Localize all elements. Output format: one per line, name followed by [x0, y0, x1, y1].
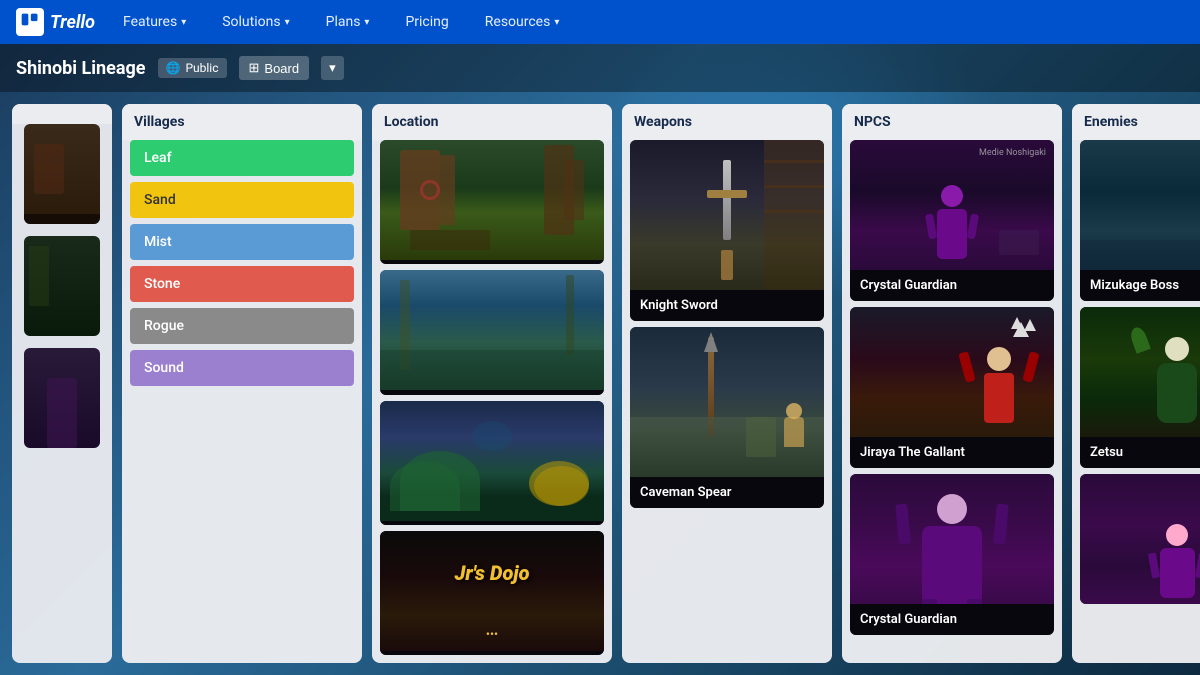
dropdown-chevron-icon: ▾ — [329, 60, 336, 75]
nav-resources[interactable]: Resources ▾ — [477, 10, 568, 34]
visibility-label: Public — [185, 61, 218, 75]
weapon-card-knight-sword[interactable]: Knight Sword — [630, 140, 824, 321]
enemy-card-mizukage[interactable]: Mizukage Boss — [1080, 140, 1200, 301]
caveman-spear-label: Caveman Spear — [630, 477, 824, 508]
village-sand[interactable]: Sand — [130, 182, 354, 218]
village-sound[interactable]: Sound — [130, 350, 354, 386]
sword-guard — [707, 190, 747, 198]
crystal-guardian2-body — [922, 526, 982, 604]
mizukage-image — [1080, 140, 1200, 270]
npcs-header: NPCS — [842, 104, 1062, 140]
villages-column: Villages Leaf Sand Mist Stone Rogue Soun… — [122, 104, 362, 663]
jiraya-label: Jiraya The Gallant — [850, 437, 1054, 468]
village-rogue[interactable]: Rogue — [130, 308, 354, 344]
knight-sword-image — [630, 140, 824, 290]
npc-card-crystal-guardian[interactable]: Medie Noshigaki Crystal Guardian — [850, 140, 1054, 301]
view-label: Board — [264, 61, 299, 76]
board-view-button[interactable]: ⊞ Board — [239, 56, 310, 80]
hidden-leaf-image — [380, 140, 604, 260]
crystal-guardian2-label: Crystal Guardian — [850, 604, 1054, 635]
villages-header: Villages — [122, 104, 362, 140]
zetsu-label: Zetsu — [1080, 437, 1200, 468]
board-dropdown-button[interactable]: ▾ — [321, 56, 344, 80]
globe-icon: 🌐 — [166, 61, 181, 75]
location-content: The Hidden Leaf Greenwood Mount Myobok — [372, 140, 612, 663]
zetsu-image — [1080, 307, 1200, 437]
plans-chevron-icon: ▾ — [364, 17, 369, 28]
enemy3-image — [1080, 474, 1200, 604]
enemies-header: Enemies — [1072, 104, 1200, 140]
crystal-guardian-body — [937, 209, 967, 259]
location-card-greenwood[interactable]: Greenwood — [380, 270, 604, 394]
nav-solutions[interactable]: Solutions ▾ — [214, 10, 297, 34]
features-chevron-icon: ▾ — [181, 17, 186, 28]
dojo-sign-text: Jr's Dojo — [455, 561, 530, 585]
nav-pricing[interactable]: Pricing — [397, 10, 456, 34]
enemies-content: Mizukage Boss Zetsu — [1072, 140, 1200, 663]
board-title: Shinobi Lineage — [16, 58, 146, 79]
partial-column-content — [12, 124, 112, 462]
zetsu-body — [1157, 363, 1197, 423]
jiraya-image — [850, 307, 1054, 437]
location-card-hidden-leaf[interactable]: The Hidden Leaf — [380, 140, 604, 264]
location-card-myoboku[interactable]: Mount Myoboku — [380, 401, 604, 525]
trello-logo-text: Trello — [50, 12, 95, 33]
crystal-guardian2-figure — [912, 494, 992, 604]
weapons-column: Weapons Knight Sword — [622, 104, 832, 663]
crystal-guardian2-head — [937, 494, 967, 524]
npcs-content: Medie Noshigaki Crystal Guardian — [842, 140, 1062, 663]
crystal-guardian-image: Medie Noshigaki — [850, 140, 1054, 270]
jiraya-body — [984, 373, 1014, 423]
jiraya-figure — [974, 347, 1024, 432]
village-leaf[interactable]: Leaf — [130, 140, 354, 176]
partial-column-header — [12, 104, 112, 124]
village-stone[interactable]: Stone — [130, 266, 354, 302]
zetsu-head — [1165, 337, 1189, 361]
visibility-badge[interactable]: 🌐 Public — [158, 58, 227, 78]
sword-blade — [723, 160, 731, 240]
trello-logo-icon — [16, 8, 44, 36]
npc-card-jiraya[interactable]: Jiraya The Gallant — [850, 307, 1054, 468]
village-mist[interactable]: Mist — [130, 224, 354, 260]
myoboku-image — [380, 401, 604, 521]
crystal-guardian-label: Crystal Guardian — [850, 270, 1054, 301]
trello-logo[interactable]: Trello — [16, 8, 95, 36]
partial-card-2[interactable] — [24, 236, 100, 336]
caveman-spear-image — [630, 327, 824, 477]
villages-content: Leaf Sand Mist Stone Rogue Sound — [122, 140, 362, 663]
partial-card-3[interactable] — [24, 348, 100, 448]
location-header: Location — [372, 104, 612, 140]
partial-left-column — [12, 104, 112, 663]
hidden-leaf-label: The Hidden Leaf — [380, 260, 604, 264]
crystal-guardian2-image — [850, 474, 1054, 604]
npc-card-crystal-guardian-2[interactable]: Crystal Guardian — [850, 474, 1054, 635]
dojo-image: Jr's Dojo ••• — [380, 531, 604, 651]
greenwood-image — [380, 270, 604, 390]
zetsu-figure — [1147, 337, 1200, 427]
resources-chevron-icon: ▾ — [554, 17, 559, 28]
enemy-card-3[interactable] — [1080, 474, 1200, 604]
crystal-guardian-figure — [927, 185, 977, 265]
enemy-card-zetsu[interactable]: Zetsu — [1080, 307, 1200, 468]
weapon-card-caveman-spear[interactable]: Caveman Spear — [630, 327, 824, 508]
myoboku-label: Mount Myoboku — [380, 521, 604, 525]
weapons-header: Weapons — [622, 104, 832, 140]
location-card-dojo[interactable]: Jr's Dojo ••• Jr's Dojo — [380, 531, 604, 655]
nav-plans[interactable]: Plans ▾ — [318, 10, 378, 34]
board-icon: ⊞ — [249, 60, 260, 76]
solutions-chevron-icon: ▾ — [285, 17, 290, 28]
mizukage-label: Mizukage Boss — [1080, 270, 1200, 301]
crystal-guardian-head — [941, 185, 963, 207]
greenwood-label: Greenwood — [380, 390, 604, 394]
spear-tip-icon — [704, 332, 718, 352]
partial-card-1[interactable] — [24, 124, 100, 224]
jiraya-head — [987, 347, 1011, 371]
knight-sword-label: Knight Sword — [630, 290, 824, 321]
npcs-column: NPCS Medie Noshigaki — [842, 104, 1062, 663]
enemies-column: Enemies Mizukage Boss — [1072, 104, 1200, 663]
weapons-content: Knight Sword Caveman Spear — [622, 140, 832, 663]
dojo-label: Jr's Dojo — [380, 651, 604, 655]
location-column: Location The Hidden Leaf — [372, 104, 612, 663]
nav-features[interactable]: Features ▾ — [115, 10, 194, 34]
